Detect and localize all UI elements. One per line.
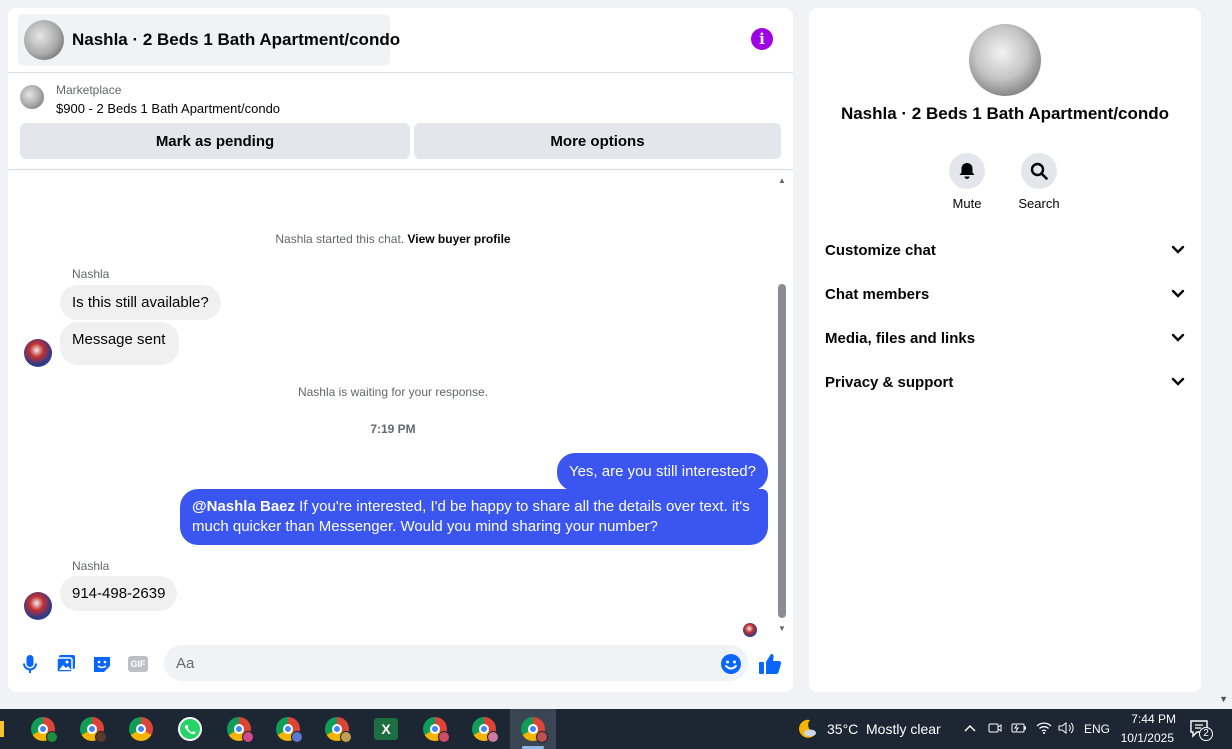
timestamp: 7:19 PM (370, 422, 416, 436)
chevron-down-icon (1171, 289, 1185, 298)
chrome-profile-icon[interactable] (412, 709, 458, 749)
notification-count: 2 (1199, 727, 1213, 741)
section-label: Chat members (825, 285, 930, 303)
sender-avatar[interactable] (24, 339, 52, 367)
view-buyer-profile-link[interactable]: View buyer profile (407, 232, 510, 246)
weather-condition[interactable]: Mostly clear (866, 721, 941, 737)
whatsapp-icon[interactable] (167, 709, 213, 749)
mark-as-pending-button[interactable]: Mark as pending (20, 123, 410, 159)
started-text: Nashla started this chat. (275, 232, 405, 246)
conversation-avatar[interactable] (969, 24, 1041, 96)
listing-category: Marketplace (56, 83, 122, 97)
section-privacy-support[interactable]: Privacy & support (825, 364, 1185, 400)
gif-label: GIF (128, 656, 148, 672)
incoming-message[interactable]: Message sent (60, 322, 180, 365)
chat-header: Nashla · 2 Beds 1 Bath Apartment/condo i (8, 8, 793, 73)
section-chat-members[interactable]: Chat members (825, 276, 1185, 312)
windows-taskbar: X 35°C Mostly clear ENG 7:44 PM 10/1/202… (0, 709, 1232, 749)
chrome-profile-icon[interactable] (265, 709, 311, 749)
chrome-profile-icon-active[interactable] (510, 709, 556, 749)
chevron-down-icon (1171, 377, 1185, 386)
excel-label: X (374, 718, 398, 740)
weather-temperature: 35°C (827, 721, 859, 737)
chrome-profile-icon[interactable] (314, 709, 360, 749)
battery-icon[interactable] (1011, 721, 1027, 738)
language-indicator[interactable]: ENG (1084, 722, 1110, 736)
conversation-info-panel: Nashla · 2 Beds 1 Bath Apartment/condo M… (809, 8, 1201, 692)
listing-title[interactable]: $900 - 2 Beds 1 Bath Apartment/condo (56, 101, 280, 116)
search-button[interactable]: Search (1009, 153, 1069, 211)
composer: GIF (8, 644, 793, 684)
incoming-message[interactable]: Is this still available? (60, 285, 221, 320)
search-icon (1021, 153, 1057, 189)
section-label: Customize chat (825, 241, 936, 259)
chrome-profile-a-icon[interactable] (20, 709, 66, 749)
volume-icon[interactable] (1058, 721, 1076, 738)
section-label: Privacy & support (825, 373, 954, 391)
listing-thumbnail[interactable] (20, 85, 44, 109)
clock-date[interactable]: 10/1/2025 (1118, 731, 1174, 745)
mention[interactable]: @Nashla Baez (192, 498, 295, 515)
scroll-up-arrow[interactable]: ▲ (777, 176, 787, 186)
scroll-down-arrow[interactable]: ▼ (777, 624, 787, 634)
chat-title: Nashla · 2 Beds 1 Bath Apartment/condo (72, 30, 401, 49)
outgoing-message[interactable]: @Nashla Baez If you're interested, I'd b… (180, 489, 768, 545)
sender-avatar[interactable] (24, 592, 52, 620)
meet-icon[interactable] (988, 721, 1002, 738)
chevron-down-icon (1171, 245, 1185, 254)
chat-panel: Nashla · 2 Beds 1 Bath Apartment/condo i… (8, 8, 793, 692)
message-list: Nashla started this chat. View buyer pro… (8, 171, 793, 637)
chat-title-button[interactable]: Nashla · 2 Beds 1 Bath Apartment/condo (18, 14, 400, 66)
microphone-icon[interactable] (18, 652, 42, 676)
listing-avatar (24, 20, 64, 60)
wifi-icon[interactable] (1036, 721, 1052, 738)
mute-button[interactable]: Mute (937, 153, 997, 211)
gif-icon[interactable]: GIF (126, 652, 150, 676)
bell-icon (949, 153, 985, 189)
photo-icon[interactable] (54, 652, 78, 676)
listing-bar: Marketplace $900 - 2 Beds 1 Bath Apartme… (8, 73, 793, 170)
taskbar-edge-icon[interactable] (0, 721, 4, 737)
mute-label: Mute (952, 196, 982, 211)
chrome-icon[interactable] (118, 709, 164, 749)
sender-name: Nashla (72, 559, 110, 573)
message-scrollbar[interactable]: ▲ ▼ (777, 176, 787, 634)
chevron-down-icon (1171, 333, 1185, 342)
emoji-icon[interactable] (719, 652, 743, 676)
info-icon[interactable]: i (751, 28, 773, 50)
waiting-notice: Nashla is waiting for your response. (297, 385, 489, 399)
excel-icon[interactable]: X (363, 709, 409, 749)
chrome-profile-icon[interactable] (461, 709, 507, 749)
chrome-profile-icon[interactable] (69, 709, 115, 749)
chrome-profile-icon[interactable] (216, 709, 262, 749)
sender-name: Nashla (72, 267, 110, 281)
section-label: Media, files and links (825, 329, 976, 347)
chat-started-notice: Nashla started this chat. View buyer pro… (8, 232, 778, 246)
outgoing-message[interactable]: Yes, are you still interested? (556, 453, 768, 491)
incoming-message[interactable]: 914-498-2639 (60, 576, 178, 611)
chevron-up-icon[interactable] (963, 721, 977, 738)
section-media-files-links[interactable]: Media, files and links (825, 320, 1185, 356)
page-scroll-down-arrow[interactable]: ▼ (1219, 694, 1228, 704)
thumbs-up-icon[interactable] (758, 652, 782, 676)
message-input[interactable] (164, 645, 748, 681)
more-options-button[interactable]: More options (414, 123, 781, 159)
conversation-title: Nashla · 2 Beds 1 Bath Apartment/condo (840, 104, 1170, 123)
weather-moon-icon[interactable] (796, 718, 818, 740)
scroll-thumb[interactable] (778, 284, 786, 618)
clock-time[interactable]: 7:44 PM (1120, 712, 1176, 726)
seen-indicator-avatar (743, 623, 757, 637)
search-label: Search (1018, 196, 1060, 211)
section-customize-chat[interactable]: Customize chat (825, 232, 1185, 268)
sticker-icon[interactable] (90, 652, 114, 676)
notification-icon[interactable]: 2 (1189, 719, 1213, 741)
